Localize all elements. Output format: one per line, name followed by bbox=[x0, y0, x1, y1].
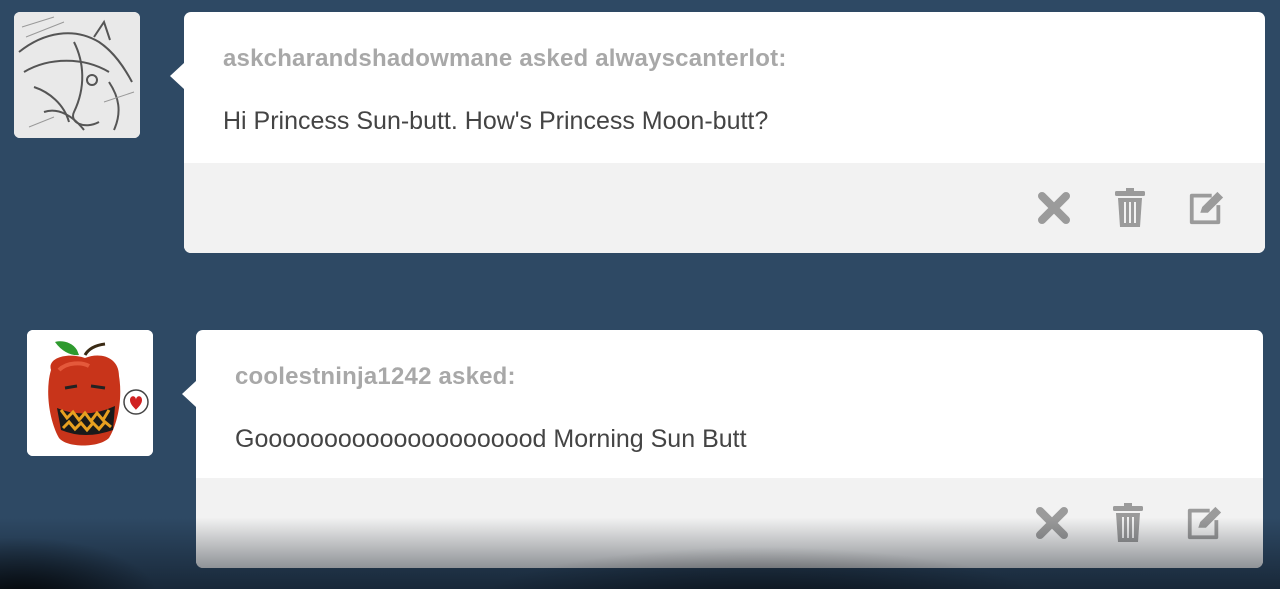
delete-x-icon[interactable] bbox=[1033, 502, 1071, 544]
edit-icon[interactable] bbox=[1185, 502, 1223, 544]
delete-x-icon[interactable] bbox=[1035, 187, 1073, 229]
asker-line: coolestninja1242 asked: bbox=[235, 363, 516, 390]
question-text: Hi Princess Sun-butt. How's Princess Moo… bbox=[223, 107, 769, 135]
apple-monster-image bbox=[27, 330, 153, 456]
post-actions-bar bbox=[196, 478, 1263, 568]
avatar-askcharandshadowmane[interactable] bbox=[14, 12, 140, 138]
asker-line: askcharandshadowmane asked alwayscanterl… bbox=[223, 45, 787, 72]
ask-card-2: coolestninja1242 asked: Gooooooooooooooo… bbox=[182, 330, 1263, 568]
post-actions-bar bbox=[184, 163, 1265, 253]
trash-icon[interactable] bbox=[1109, 502, 1147, 544]
edit-icon[interactable] bbox=[1187, 187, 1225, 229]
trash-icon[interactable] bbox=[1111, 187, 1149, 229]
ask-card-1: askcharandshadowmane asked alwayscanterl… bbox=[170, 12, 1265, 253]
sketch-pony-image bbox=[14, 12, 140, 138]
avatar-coolestninja1242[interactable] bbox=[27, 330, 153, 456]
question-text: Gooooooooooooooooooood Morning Sun Butt bbox=[235, 425, 747, 453]
